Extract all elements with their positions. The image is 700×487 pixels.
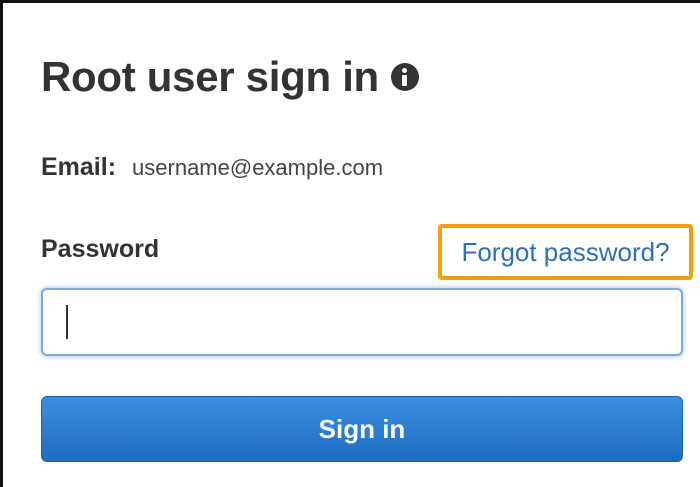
page-title-text: Root user sign in bbox=[41, 53, 379, 100]
email-value: username@example.com bbox=[132, 155, 384, 180]
email-row: Email: username@example.com bbox=[41, 153, 383, 182]
text-caret bbox=[66, 305, 68, 339]
sign-in-panel: Root user sign in Email: username@exampl… bbox=[0, 0, 700, 487]
info-icon[interactable] bbox=[390, 63, 419, 91]
forgot-password-link[interactable]: Forgot password? bbox=[438, 224, 693, 280]
page-title: Root user sign in bbox=[41, 53, 419, 101]
sign-in-button[interactable]: Sign in bbox=[41, 396, 683, 462]
email-label: Email: bbox=[41, 153, 117, 181]
password-label: Password bbox=[41, 235, 160, 263]
password-field[interactable] bbox=[41, 288, 683, 356]
